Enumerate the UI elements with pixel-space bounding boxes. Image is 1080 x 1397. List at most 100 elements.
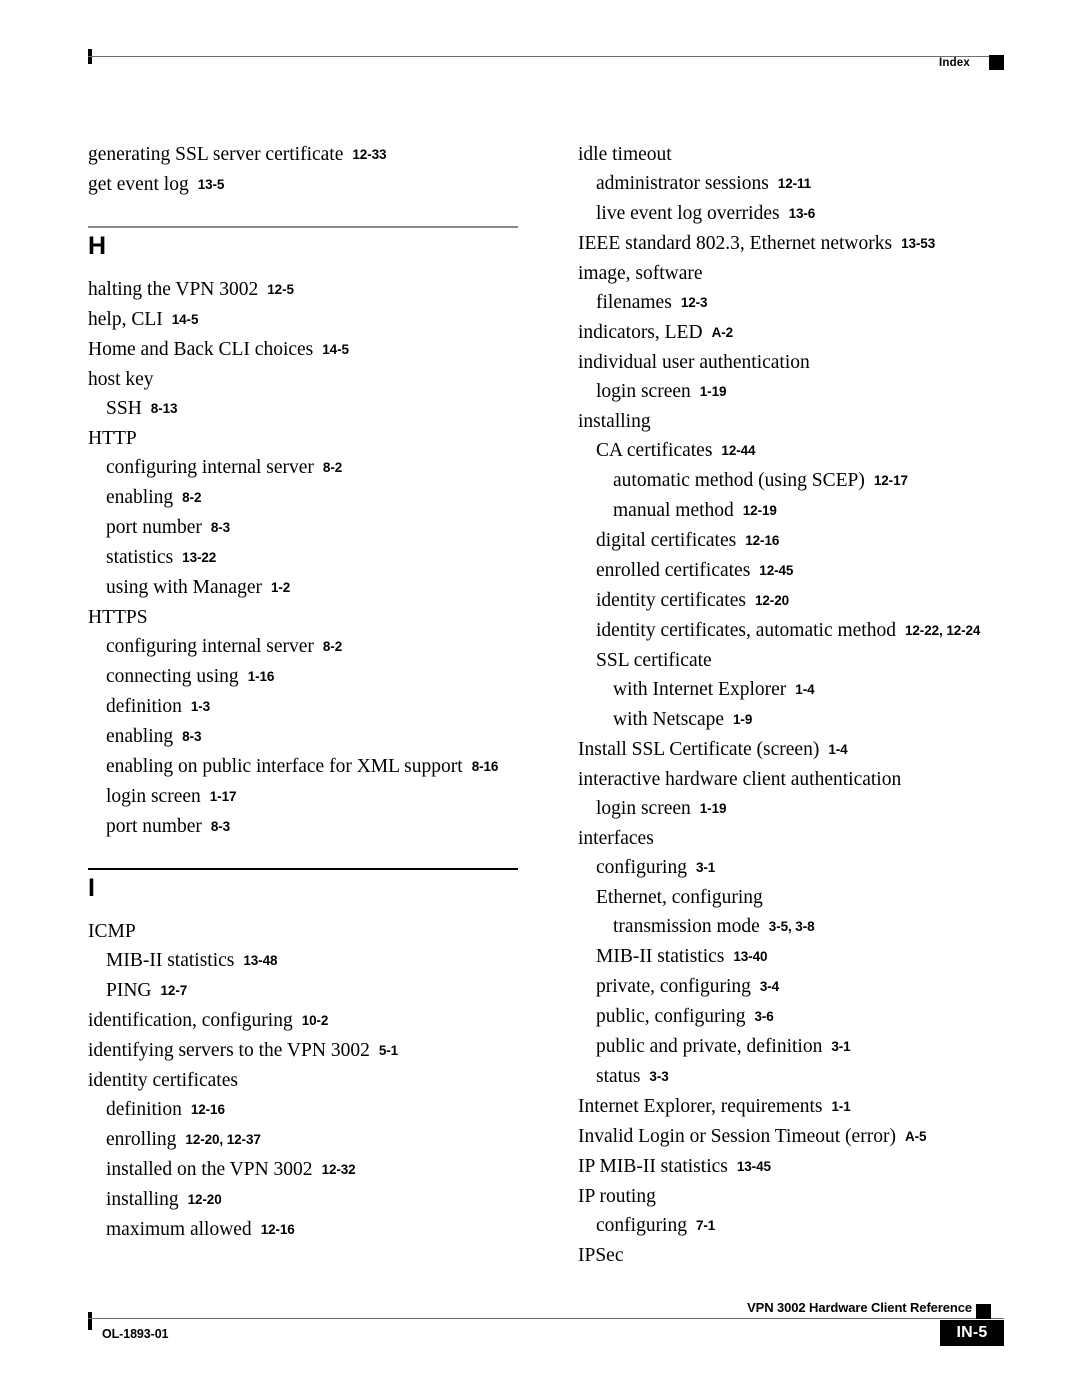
index-entry: HTTPS [88, 603, 518, 632]
index-entry-page-reference[interactable]: 1-9 [733, 712, 752, 727]
index-entry-page-reference[interactable]: 1-17 [210, 789, 237, 804]
index-entry-page-reference[interactable]: 3-1 [831, 1039, 850, 1054]
index-entry-term: installed on the VPN 3002 [106, 1159, 313, 1180]
index-entry-page-reference[interactable]: 1-4 [828, 742, 847, 757]
index-entry: SSH 8-13 [88, 394, 518, 424]
index-entry-term: configuring internal server [106, 636, 314, 657]
index-entry-page-reference[interactable]: 12-11 [778, 176, 811, 191]
index-entry: enrolling 12-20, 12-37 [88, 1125, 518, 1155]
index-entry-page-reference[interactable]: 12-17 [874, 473, 908, 488]
index-entry-page-reference[interactable]: 3-5, 3-8 [769, 919, 815, 934]
index-entry-page-reference[interactable]: 12-32 [322, 1162, 356, 1177]
index-entry-page-reference[interactable]: 14-5 [322, 342, 349, 357]
index-entry-page-reference[interactable]: 3-1 [696, 860, 715, 875]
index-entry-page-reference[interactable]: A-2 [712, 325, 734, 340]
index-entry-term: SSH [106, 398, 142, 419]
index-entry: connecting using 1-16 [88, 662, 518, 692]
index-entry-page-reference[interactable]: 12-19 [743, 503, 777, 518]
index-entry-page-reference[interactable]: 8-3 [211, 819, 230, 834]
index-entry-page-reference[interactable]: 1-3 [191, 699, 210, 714]
index-entry-page-reference[interactable]: 8-2 [323, 460, 342, 475]
index-entry: idle timeout [578, 140, 1008, 169]
index-entry-term: interactive hardware client authenticati… [578, 769, 902, 790]
index-entry-term: installing [106, 1189, 179, 1210]
index-entry-term: using with Manager [106, 577, 262, 598]
index-entry-term: host key [88, 369, 154, 390]
index-entry-page-reference[interactable]: 12-22, 12-24 [905, 623, 980, 638]
index-entry: public and private, definition 3-1 [578, 1032, 1008, 1062]
index-entry-term: identifying servers to the VPN 3002 [88, 1040, 370, 1061]
index-entry-page-reference[interactable]: 1-19 [700, 801, 727, 816]
index-entry-page-reference[interactable]: A-5 [905, 1129, 927, 1144]
index-entry-term: help, CLI [88, 309, 163, 330]
index-entry-page-reference[interactable]: 8-2 [323, 639, 342, 654]
index-entry: configuring internal server 8-2 [88, 453, 518, 483]
index-entry-page-reference[interactable]: 12-33 [352, 147, 386, 162]
index-entry-page-reference[interactable]: 12-20 [188, 1192, 222, 1207]
index-entry: definition 12-16 [88, 1095, 518, 1125]
index-entry-page-reference[interactable]: 13-22 [182, 550, 216, 565]
index-entry: configuring 7-1 [578, 1211, 1008, 1241]
index-entry-term: identity certificates [88, 1070, 238, 1091]
index-entry-page-reference[interactable]: 3-6 [754, 1009, 773, 1024]
index-entry: filenames 12-3 [578, 288, 1008, 318]
index-entry-page-reference[interactable]: 8-2 [182, 490, 201, 505]
index-entry-page-reference[interactable]: 3-4 [760, 979, 779, 994]
index-entry: interfaces [578, 824, 1008, 853]
index-entry-term: halting the VPN 3002 [88, 279, 259, 300]
index-entry-page-reference[interactable]: 1-16 [248, 669, 275, 684]
index-entry-page-reference[interactable]: 1-4 [795, 682, 814, 697]
index-entry: live event log overrides 13-6 [578, 199, 1008, 229]
index-entry-page-reference[interactable]: 13-53 [901, 236, 935, 251]
index-entry: SSL certificate [578, 646, 1008, 675]
index-entry-page-reference[interactable]: 10-2 [302, 1013, 329, 1028]
letter-heading: I [88, 874, 96, 902]
index-entry-page-reference[interactable]: 12-16 [191, 1102, 225, 1117]
index-entry-page-reference[interactable]: 12-44 [721, 443, 755, 458]
index-entry: statistics 13-22 [88, 543, 518, 573]
index-entry-page-reference[interactable]: 12-16 [261, 1222, 295, 1237]
index-entry-page-reference[interactable]: 12-7 [161, 983, 188, 998]
index-entry: login screen 1-17 [88, 782, 518, 812]
index-entry-term: HTTPS [88, 607, 148, 628]
index-entry-term: installing [578, 411, 651, 432]
index-entry-page-reference[interactable]: 13-6 [789, 206, 816, 221]
index-entry: installed on the VPN 3002 12-32 [88, 1155, 518, 1185]
index-entry-term: public, configuring [596, 1006, 746, 1027]
index-entry-page-reference[interactable]: 1-1 [832, 1099, 851, 1114]
index-entry-page-reference[interactable]: 5-1 [379, 1043, 398, 1058]
index-entry: generating SSL server certificate 12-33 [88, 140, 518, 170]
index-entry-page-reference[interactable]: 7-1 [696, 1218, 715, 1233]
index-entry: IP routing [578, 1182, 1008, 1211]
index-entry-term: Install SSL Certificate (screen) [578, 739, 820, 760]
index-entry-page-reference[interactable]: 8-3 [211, 520, 230, 535]
index-entry-page-reference[interactable]: 1-2 [271, 580, 290, 595]
index-entry-term: MIB-II statistics [106, 950, 235, 971]
index-entry-page-reference[interactable]: 14-5 [172, 312, 199, 327]
letter-heading: H [88, 232, 107, 260]
index-entry-term: login screen [106, 786, 201, 807]
index-entry-page-reference[interactable]: 3-3 [649, 1069, 668, 1084]
index-entry-page-reference[interactable]: 13-48 [243, 953, 277, 968]
index-entry: using with Manager 1-2 [88, 573, 518, 603]
index-entry-page-reference[interactable]: 8-16 [472, 759, 499, 774]
index-entry-page-reference[interactable]: 12-3 [681, 295, 708, 310]
index-entry-page-reference[interactable]: 1-19 [700, 384, 727, 399]
index-entry-term: indicators, LED [578, 322, 703, 343]
index-entry: identity certificates, automatic method 1… [578, 616, 1008, 646]
index-entry-page-reference[interactable]: 13-5 [198, 177, 225, 192]
index-entry-page-reference[interactable]: 13-45 [737, 1159, 771, 1174]
index-entry-page-reference[interactable]: 13-40 [733, 949, 767, 964]
index-entry-page-reference[interactable]: 8-13 [151, 401, 178, 416]
index-entry-page-reference[interactable]: 12-5 [267, 282, 294, 297]
index-entry-page-reference[interactable]: 12-45 [759, 563, 793, 578]
index-entry-page-reference[interactable]: 12-16 [745, 533, 779, 548]
index-entry-page-reference[interactable]: 8-3 [182, 729, 201, 744]
index-entry-page-reference[interactable]: 12-20 [755, 593, 789, 608]
index-entry: IP MIB-II statistics 13-45 [578, 1152, 1008, 1182]
index-entry-term: enabling [106, 487, 174, 508]
index-entry-term: identification, configuring [88, 1010, 293, 1031]
index-entry-page-reference[interactable]: 12-20, 12-37 [185, 1132, 260, 1147]
index-entry: with Internet Explorer 1-4 [578, 675, 1008, 705]
